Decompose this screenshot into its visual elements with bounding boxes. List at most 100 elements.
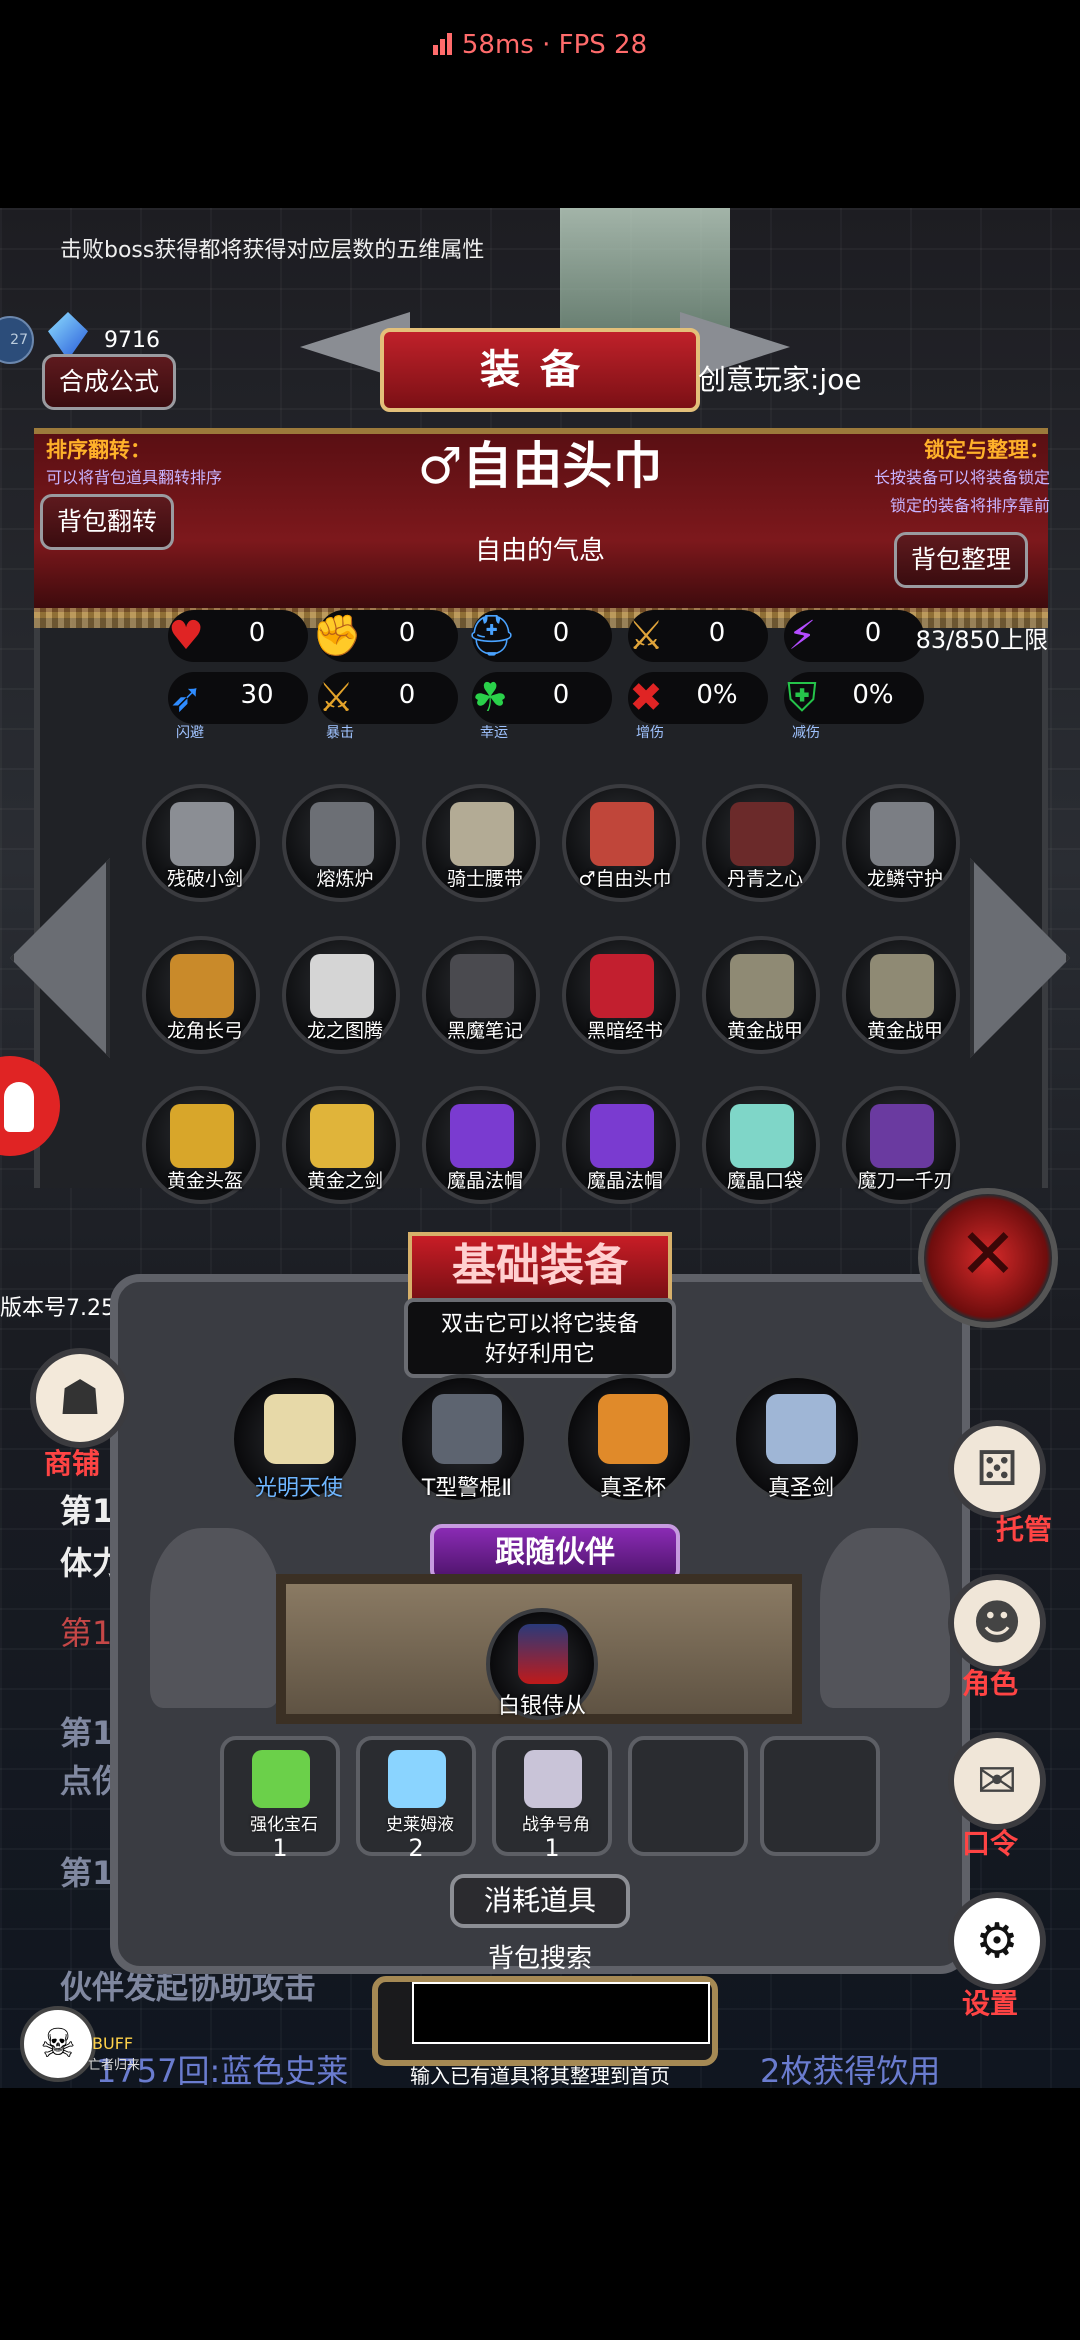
dodge-icon: ➶ [169, 675, 203, 721]
inventory-slot[interactable]: 黄金头盔 [142, 1086, 260, 1204]
item-art-icon [870, 802, 934, 866]
item-art-icon [590, 802, 654, 866]
bag-search-input[interactable] [412, 1982, 710, 2044]
inventory-slot[interactable]: 魔刀一千刃 [842, 1086, 960, 1204]
settings-button[interactable]: ⚙ [948, 1892, 1046, 1990]
search-label: 背包搜索 [487, 1944, 592, 1974]
crit-icon: ⚔ [318, 675, 354, 721]
player-name: 创意玩家:joe [698, 363, 862, 396]
inventory-slot[interactable]: 骑士腰带 [422, 784, 540, 902]
item-name-label: 丹青之心 [726, 868, 803, 890]
inventory-slot[interactable]: 魔晶口袋 [702, 1086, 820, 1204]
password-button[interactable]: ✉ [948, 1732, 1046, 1830]
stat-pill: ⚡ 0 [784, 610, 924, 662]
inventory-slot[interactable]: 黄金之剑 [282, 1086, 400, 1204]
heart-icon: ♥ [168, 613, 204, 659]
consumable-name-label: 战争号角 [522, 1815, 590, 1835]
item-name-label: 黑魔笔记 [446, 1020, 523, 1042]
stat-pill: ✖ 0% 增伤 [628, 672, 768, 741]
inventory-slot[interactable]: 龙鳞守护 [842, 784, 960, 902]
gem-count: 9716 [104, 328, 160, 353]
item-name-label: 黄金之剑 [306, 1170, 383, 1192]
basic-equipment-slot[interactable]: 真圣剑 [732, 1374, 862, 1504]
basic-equipment-slot[interactable]: 光明天使 [230, 1374, 360, 1504]
equipment-art-icon [766, 1394, 836, 1464]
boss-hint-text: 击败boss获得都将获得对应层数的五维属性 [60, 238, 485, 263]
steward-label: 托管 [996, 1513, 1053, 1546]
status-bar: 58ms · FPS 28 [0, 0, 1080, 208]
equipment-name-label: T型警棍Ⅱ [421, 1476, 513, 1501]
role-button[interactable]: ☻ [948, 1574, 1046, 1672]
item-name-label: ♂自由头巾 [578, 868, 672, 890]
knight-icon [518, 1624, 568, 1684]
basic-equipment-tip: 双击它可以将它装备 好好利用它 [404, 1298, 676, 1378]
stat-value: 0 [552, 680, 570, 710]
inventory-slot[interactable]: ♂自由头巾 [562, 784, 680, 902]
recipe-button[interactable]: 合成公式 [42, 354, 177, 410]
clover-icon: ☘ [472, 675, 508, 721]
item-name-label: 龙之图腾 [306, 1020, 383, 1042]
consumable-slot[interactable]: 强化宝石 1 [220, 1736, 340, 1862]
inventory-slot[interactable]: 龙角长弓 [142, 936, 260, 1054]
stat-label: 暴击 [326, 725, 354, 741]
inventory-slot[interactable]: 黑魔笔记 [422, 936, 540, 1054]
inventory-slot[interactable]: 龙之图腾 [282, 936, 400, 1054]
item-art-icon [730, 954, 794, 1018]
inventory-slot[interactable]: 黄金战甲 [702, 936, 820, 1054]
stat-value: 30 [240, 680, 274, 710]
item-art-icon [170, 802, 234, 866]
item-art-icon [310, 954, 374, 1018]
inventory-slot[interactable]: 黑暗经书 [562, 936, 680, 1054]
consumable-count: 2 [408, 1834, 424, 1862]
item-art-icon [730, 1104, 794, 1168]
skull-icon: ☠ [40, 2021, 76, 2067]
inventory-slot[interactable]: 丹青之心 [702, 784, 820, 902]
consumable-art-icon [252, 1750, 310, 1808]
stat-value: 0 [864, 618, 882, 648]
buff-button[interactable]: ☠ [20, 2006, 96, 2082]
stat-value: 0 [708, 618, 726, 648]
stat-pill: ☘ 0 幸运 [472, 672, 612, 741]
consumable-name-label: 强化宝石 [250, 1815, 318, 1835]
item-art-icon [310, 1104, 374, 1168]
stat-value: 0% [852, 680, 894, 710]
empty-consumable-slot[interactable] [628, 1736, 748, 1856]
shop-button[interactable]: ☗ [30, 1348, 130, 1448]
steward-button[interactable]: ⚄ [948, 1420, 1046, 1518]
perf-text: 58ms · FPS 28 [461, 30, 648, 60]
basic-equipment-slot[interactable]: 真圣杯 [564, 1374, 694, 1504]
item-name-label: 残破小剑 [166, 868, 243, 890]
stat-label: 闪避 [176, 725, 204, 741]
shield-icon: ⛨ [787, 675, 817, 721]
inventory-slot[interactable]: 魔晶法帽 [422, 1086, 540, 1204]
item-name-label: 黄金战甲 [726, 1020, 803, 1042]
item-art-icon [450, 802, 514, 866]
item-name-label: 黑暗经书 [586, 1020, 663, 1042]
log-line: 第1 [60, 1854, 115, 1892]
companion-slot[interactable]: 白银侍从 [486, 1608, 598, 1720]
bottom-letterbox [0, 2088, 1080, 2340]
stat-pill: ✊ 0 [312, 610, 458, 662]
item-art-icon [590, 1104, 654, 1168]
close-button[interactable]: ✕ [918, 1188, 1058, 1328]
inventory-slot[interactable]: 熔炼炉 [282, 784, 400, 902]
inventory-slot[interactable]: 黄金战甲 [842, 936, 960, 1054]
consumable-count: 1 [544, 1834, 560, 1862]
selected-item-name: ♂自由头巾 [417, 437, 663, 495]
empty-consumable-slot[interactable] [760, 1736, 880, 1856]
shop-label: 商铺 [44, 1447, 101, 1480]
basic-equipment-slot[interactable]: T型警棍Ⅱ [398, 1374, 528, 1504]
strength-icon: ✊ [312, 613, 362, 659]
consumable-slot[interactable]: 战争号角 1 [492, 1736, 612, 1862]
buff-sub-label: 亡者归来 [88, 2058, 141, 2073]
stat-value: 0 [552, 618, 570, 648]
consumable-slot[interactable]: 史莱姆液 2 [356, 1736, 476, 1862]
inventory-slot[interactable]: 魔晶法帽 [562, 1086, 680, 1204]
item-art-icon [310, 802, 374, 866]
search-hint: 输入已有道具将其整理到首页 [410, 2064, 670, 2088]
inventory-slot[interactable]: 残破小剑 [142, 784, 260, 902]
stat-pill: ♥ 0 [168, 610, 308, 662]
dragon-statue-right-icon [820, 1528, 950, 1708]
stat-label: 增伤 [636, 725, 664, 741]
signal-bars-icon [432, 32, 454, 62]
